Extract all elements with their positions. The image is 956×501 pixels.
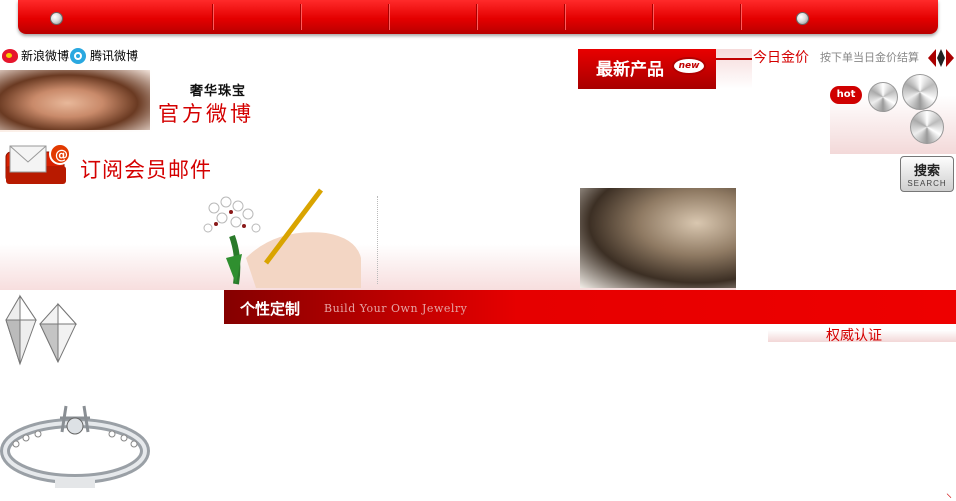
brand-name: 奢华珠宝 [190,84,247,99]
new-badge: new [672,57,706,75]
custom-jewelry-title[interactable]: 个性定制 [240,298,300,319]
sina-weibo-icon[interactable] [2,49,18,63]
diamond-shape-icon [937,49,945,67]
loose-diamonds-image[interactable] [0,290,80,370]
gold-price-hint: 按下单当日金价结算 [820,51,919,64]
nav-separator [476,4,477,30]
diamond-icon [796,12,809,25]
search-button[interactable]: 搜索 SEARCH [900,156,954,192]
ring-image[interactable] [0,396,150,496]
nav-separator [652,4,653,30]
model-photo [0,70,150,130]
gold-price-title[interactable]: 今日金价 [753,47,809,67]
official-weibo-title[interactable]: 官方微博 [158,98,254,128]
diamond-icon [902,74,938,110]
nav-separator [740,4,741,30]
hand-drawing-illustration [203,188,361,288]
scroll-right-icon[interactable] [946,49,954,67]
svg-text:@: @ [55,148,68,163]
hot-product-box[interactable] [830,70,956,154]
new-products-label[interactable]: 最新产品 [596,55,664,80]
nav-separator [212,4,213,30]
sina-weibo-link[interactable]: 新浪微博 [21,48,69,64]
diamond-icon [50,12,63,25]
custom-jewelry-subtitle: Build Your Own Jewelry [324,302,468,315]
new-products-strip [716,49,752,89]
authority-certification-link[interactable]: 权威认证 [826,325,882,345]
diamond-icon [910,110,944,144]
subscribe-email-link[interactable]: 订阅会员邮件 [80,154,212,184]
mailbox-icon[interactable]: @ [4,138,74,186]
tencent-weibo-link[interactable]: 腾讯微博 [90,48,138,64]
scroll-left-icon[interactable] [928,49,936,67]
nav-separator [564,4,565,30]
divider [377,196,378,284]
nav-separator [388,4,389,30]
divider [716,58,752,60]
diamond-icon [868,82,898,112]
top-nav-bar [18,0,938,34]
jeweler-photo [580,188,736,288]
search-label: 搜索 [913,162,940,178]
hot-badge: hot [830,86,862,104]
corner-marker-icon: ⸜ [946,486,953,500]
tencent-weibo-icon[interactable] [70,48,86,64]
nav-separator [300,4,301,30]
search-sublabel: SEARCH [907,178,947,188]
